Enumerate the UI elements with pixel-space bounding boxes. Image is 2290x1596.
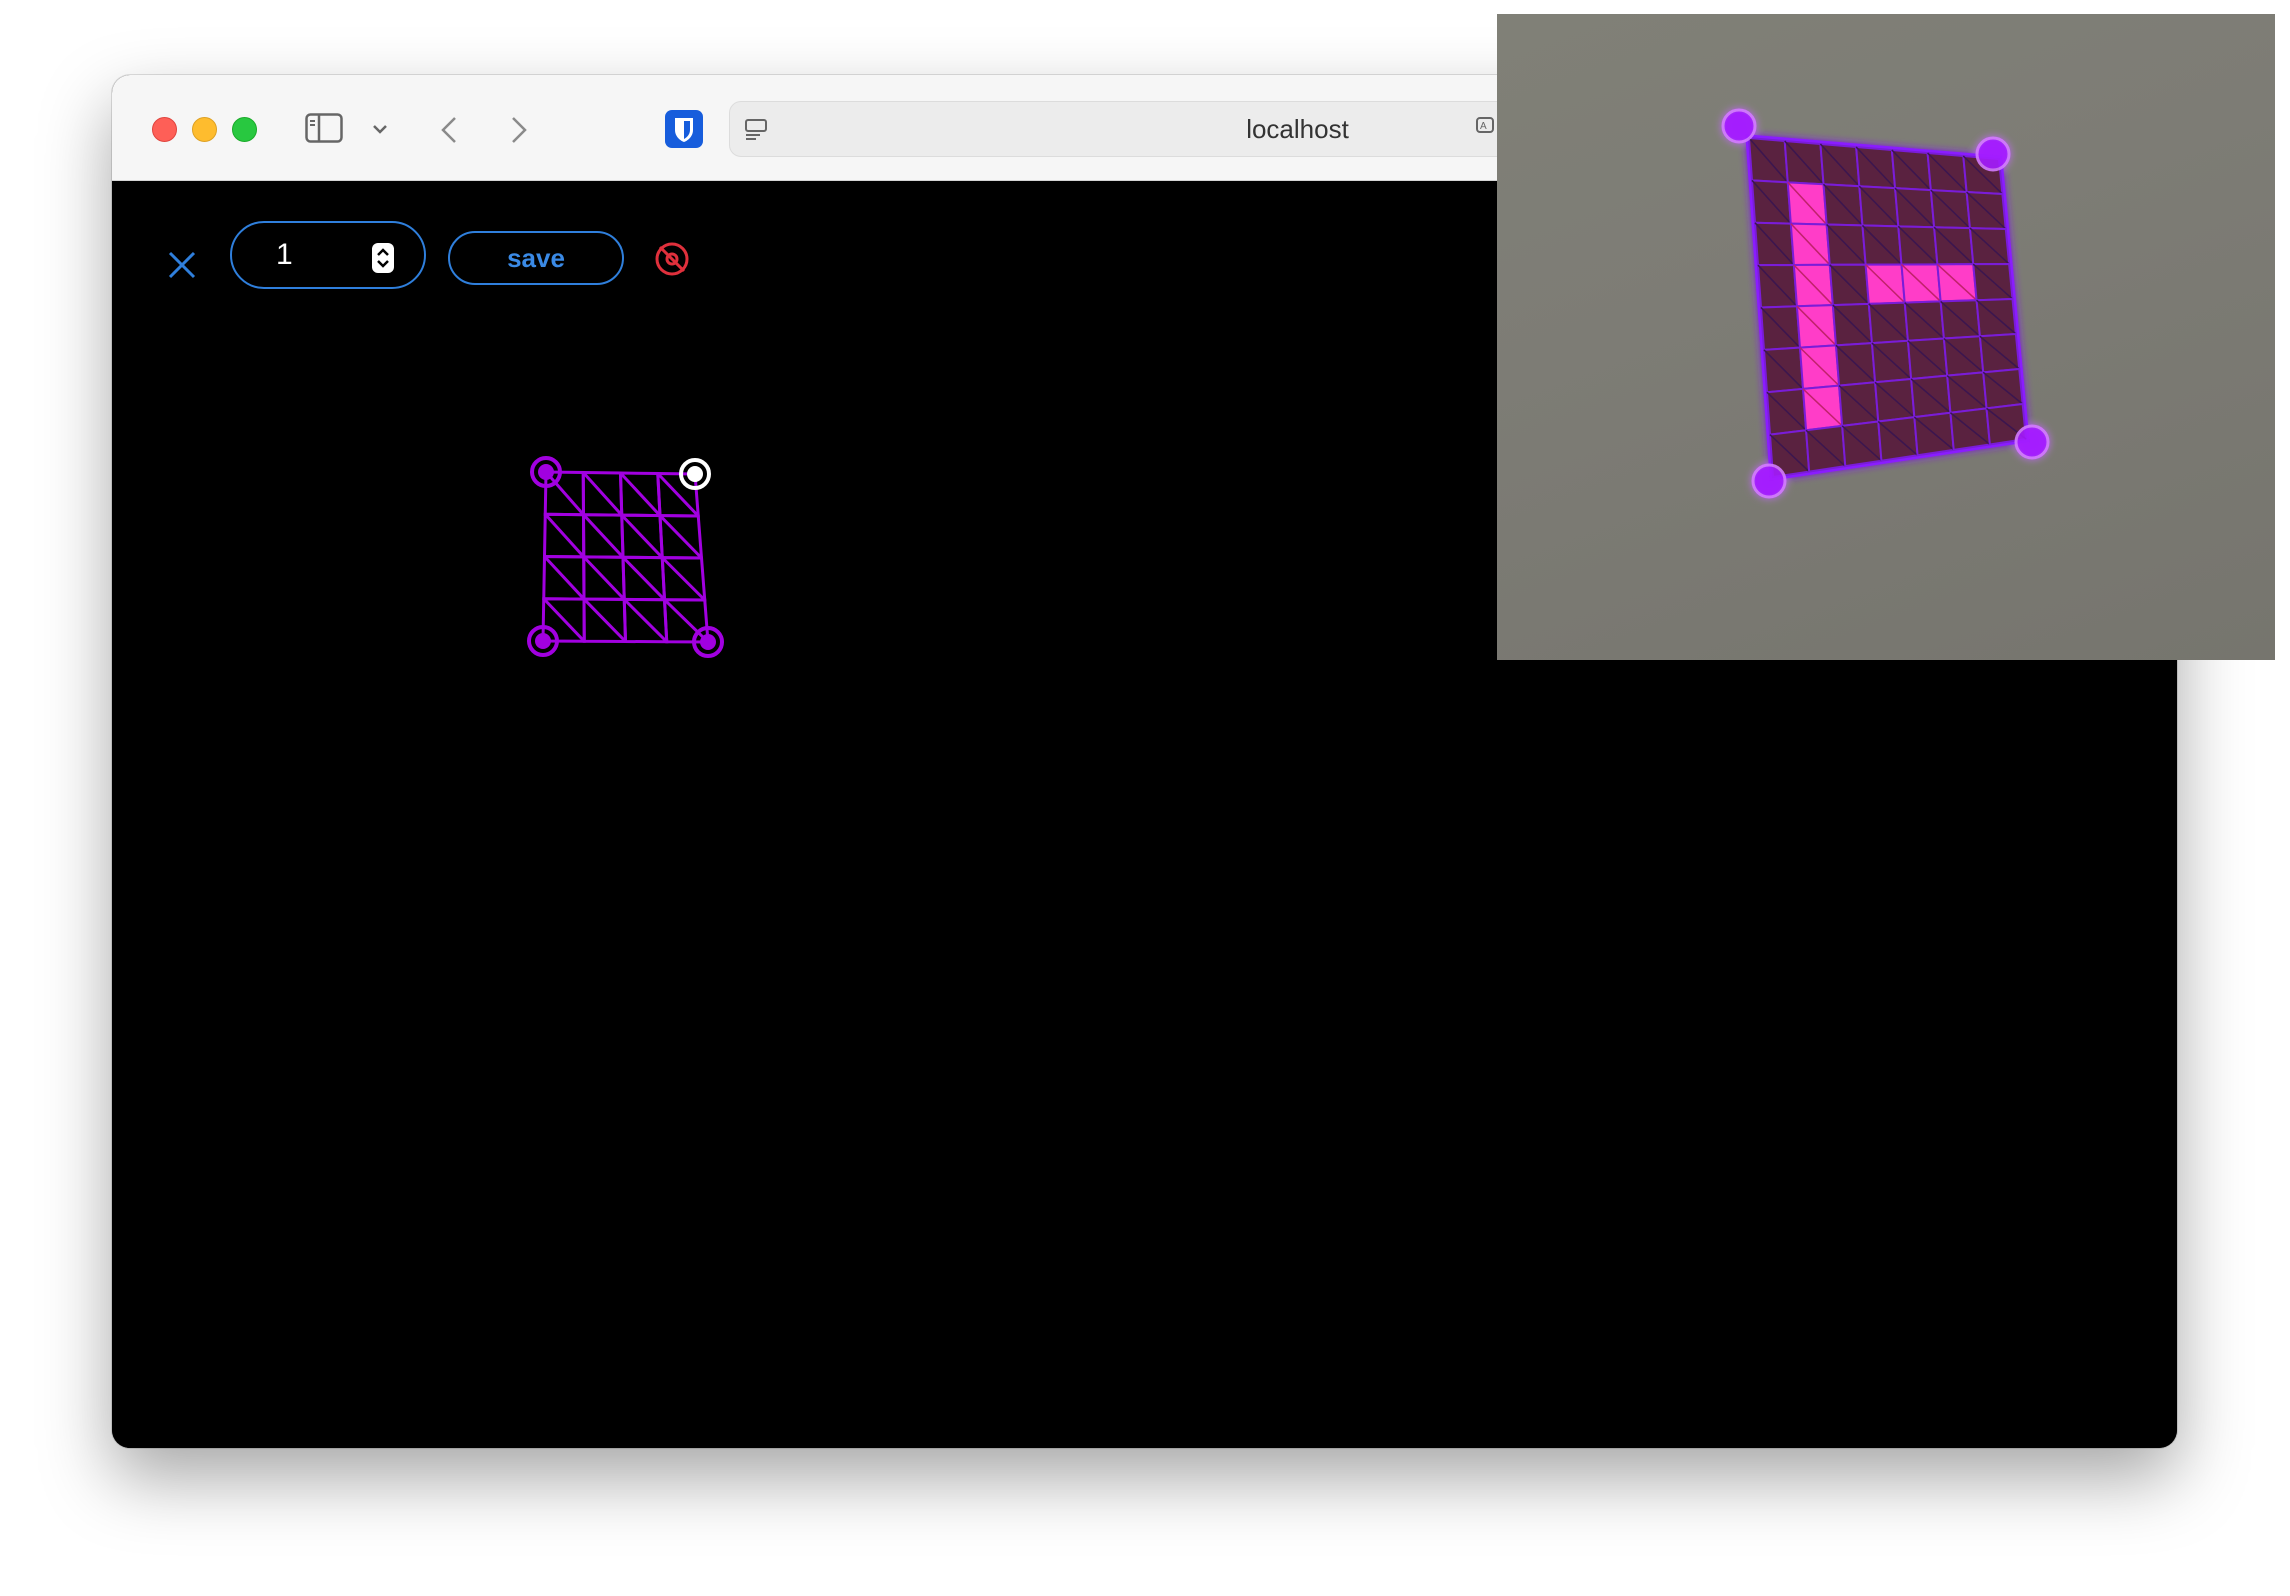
handle-dot: [700, 634, 716, 650]
mesh-diagonal: [663, 598, 710, 644]
minimize-window-button[interactable]: [192, 117, 217, 142]
forward-arrow-icon[interactable]: [504, 113, 534, 147]
back-arrow-icon[interactable]: [434, 113, 464, 147]
mesh-diagonal: [582, 513, 625, 559]
mesh-grid: [541, 470, 710, 644]
camera-preview: [1497, 14, 2275, 660]
sidebar-toggle-icon[interactable]: [304, 111, 344, 145]
mesh-diagonal: [582, 471, 623, 517]
close-window-button[interactable]: [152, 117, 177, 142]
chevron-down-icon[interactable]: [370, 119, 390, 139]
bitwarden-shield-icon[interactable]: [664, 109, 704, 149]
mesh-diagonal: [544, 471, 585, 516]
projected-handle: [1975, 136, 2011, 172]
mesh-diagonal: [542, 597, 586, 643]
projected-handle: [2014, 424, 2050, 460]
camera-preview-image: [1721, 108, 2050, 499]
handle-dot: [687, 466, 703, 482]
handle-dot: [538, 464, 554, 480]
projected-grid: [1721, 108, 2050, 499]
mesh-diagonal: [661, 556, 706, 602]
mesh-diagonal: [623, 598, 668, 643]
svg-text:A: A: [1480, 121, 1487, 132]
mesh-diagonal: [582, 555, 626, 601]
mesh-diagonal: [658, 514, 703, 560]
mesh-diagonal: [543, 555, 586, 601]
zoom-window-button[interactable]: [232, 117, 257, 142]
projected-handle: [1721, 108, 1757, 144]
mesh-diagonal: [544, 513, 585, 558]
mesh-diagonal: [621, 556, 666, 601]
mesh-diagonal: [620, 514, 664, 559]
mesh-diagonal: [582, 598, 627, 643]
handle-dot: [535, 633, 551, 649]
projected-handle: [1751, 463, 1787, 499]
mesh-diagonal: [619, 471, 662, 517]
